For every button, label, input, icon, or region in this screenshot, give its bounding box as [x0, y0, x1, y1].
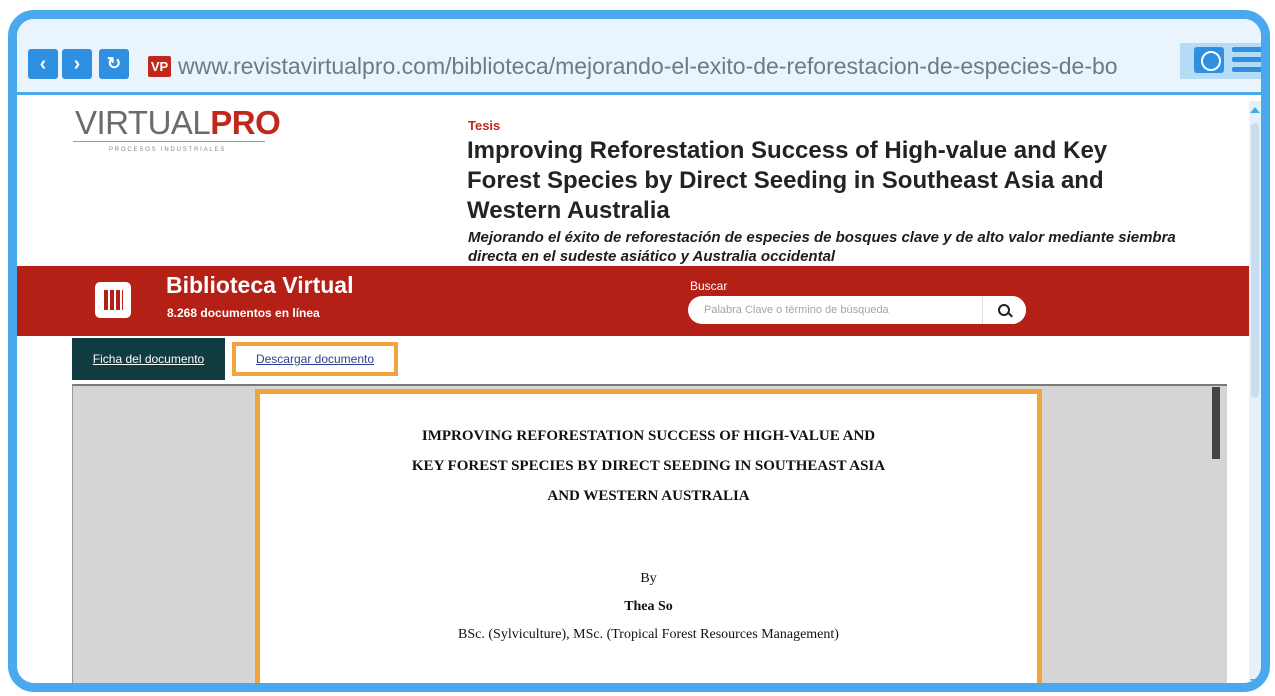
reload-button[interactable]: ↻	[99, 49, 129, 79]
back-button[interactable]: ‹	[28, 49, 58, 79]
document-title: IMPROVING REFORESTATION SUCCESS OF HIGH-…	[260, 421, 1037, 511]
logo-underline	[73, 141, 265, 142]
library-title[interactable]: Biblioteca Virtual	[166, 272, 353, 299]
scroll-down-icon[interactable]	[1250, 679, 1260, 683]
document-author: Thea So	[624, 599, 673, 614]
tab-ficha-documento[interactable]: Ficha del documento	[72, 338, 225, 380]
menu-bar	[1232, 47, 1261, 52]
tab-descargar-documento[interactable]: Descargar documento	[232, 342, 398, 376]
search-box	[688, 296, 1026, 324]
library-bar: Biblioteca Virtual 8.268 documentos en l…	[17, 266, 1261, 336]
circle-icon[interactable]	[1194, 47, 1224, 73]
search-label: Buscar	[690, 279, 728, 293]
pdf-scrollbar[interactable]	[1212, 387, 1220, 459]
menu-bar	[1232, 57, 1261, 62]
page-scrollbar[interactable]	[1249, 101, 1261, 683]
logo-accent: PRO	[210, 104, 281, 141]
document-credentials: BSc. (Sylviculture), MSc. (Tropical Fore…	[458, 627, 839, 642]
document-by: By	[640, 571, 657, 586]
menu-bar	[1232, 67, 1261, 72]
document-title-line: KEY FOREST SPECIES BY DIRECT SEEDING IN …	[411, 458, 886, 474]
document-title-line: AND WESTERN AUSTRALIA	[547, 488, 750, 504]
search-input[interactable]	[688, 296, 982, 324]
hamburger-menu-icon[interactable]	[1232, 47, 1261, 73]
logo-tagline: PROCESOS INDUSTRIALES	[109, 147, 227, 153]
site-favicon: VP	[148, 56, 171, 77]
category-label: Tesis	[468, 118, 501, 133]
document-page: IMPROVING REFORESTATION SUCCESS OF HIGH-…	[255, 389, 1042, 683]
browser-frame: ‹ › ↻ VP www.revistavirtualpro.com/bibli…	[8, 10, 1270, 692]
browser-toolbar: ‹ › ↻ VP www.revistavirtualpro.com/bibli…	[17, 19, 1261, 95]
search-icon[interactable]	[982, 296, 1026, 324]
virtualpro-logo[interactable]: VIRTUALPRO	[75, 104, 281, 142]
document-title-line: IMPROVING REFORESTATION SUCCESS OF HIGH-…	[421, 428, 876, 444]
page-title: Improving Reforestation Success of High-…	[467, 137, 1108, 224]
site-header: VIRTUALPRO PROCESOS INDUSTRIALES Tesis I…	[17, 98, 1261, 266]
library-books-icon	[95, 282, 131, 318]
library-count: 8.268 documentos en línea	[167, 306, 320, 320]
forward-button[interactable]: ›	[62, 49, 92, 79]
scroll-thumb[interactable]	[1251, 123, 1259, 398]
address-bar[interactable]: www.revistavirtualpro.com/biblioteca/mej…	[178, 51, 1168, 81]
page-subtitle: Mejorando el éxito de reforestación de e…	[468, 229, 1176, 265]
logo-prefix: VIRTUAL	[75, 104, 211, 141]
scroll-up-icon[interactable]	[1250, 107, 1260, 113]
